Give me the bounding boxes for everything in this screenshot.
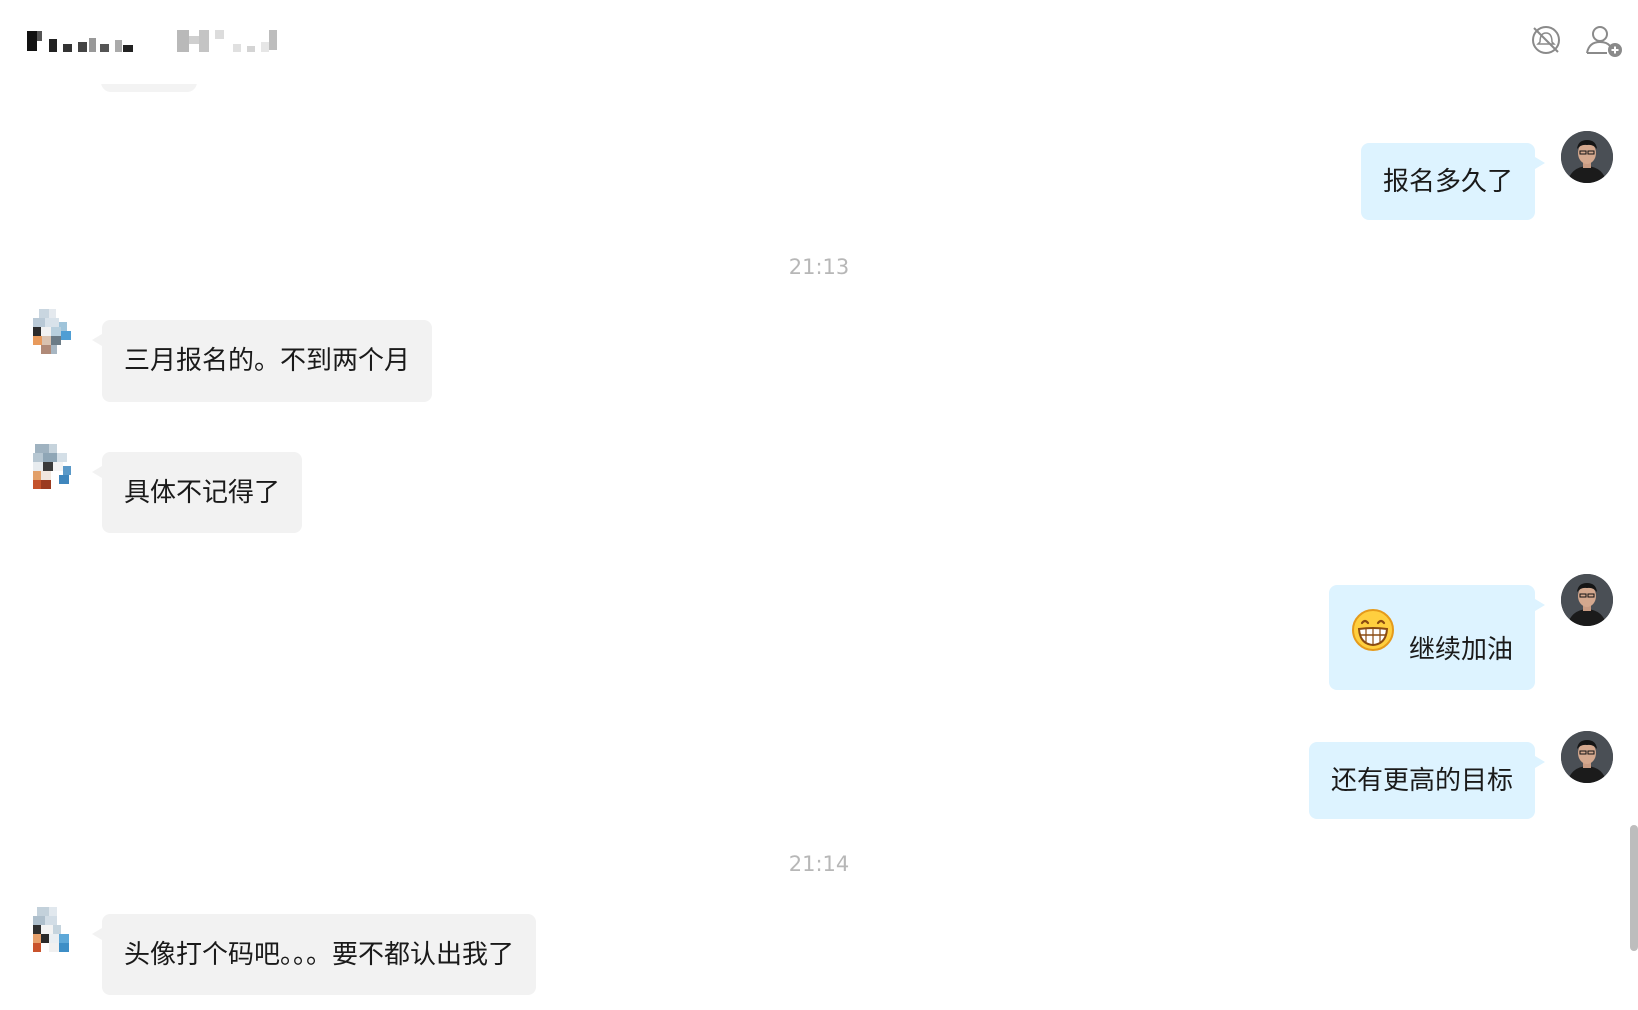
contact-avatar-pixelated[interactable]	[25, 906, 77, 958]
contact-avatar-pixelated[interactable]	[25, 308, 77, 360]
message-text: 头像打个码吧。。。要不都认出我了	[124, 939, 515, 970]
timestamp: 21:14	[788, 852, 850, 876]
self-avatar[interactable]	[1561, 731, 1613, 783]
message-bubble[interactable]: 报名多久了	[1360, 143, 1546, 220]
chat-title-pixelated	[25, 28, 285, 56]
scrollbar-thumb[interactable]	[1630, 825, 1638, 951]
contact-avatar-pixelated[interactable]	[25, 443, 77, 495]
message-bubble[interactable]: 三月报名的。不到两个月	[91, 320, 433, 402]
message-bubble[interactable]: 还有更高的目标	[1308, 742, 1546, 819]
chat-header	[0, 0, 1638, 84]
message-text: 报名多久了	[1382, 166, 1513, 197]
self-avatar[interactable]	[1561, 131, 1613, 183]
message-text: 还有更高的目标	[1330, 765, 1513, 796]
grinning-face-emoji-icon	[1351, 608, 1395, 652]
message-text: 具体不记得了	[124, 477, 281, 508]
add-user-icon[interactable]	[1583, 20, 1623, 60]
message-text: 继续加油	[1408, 634, 1513, 665]
self-avatar[interactable]	[1561, 574, 1613, 626]
timestamp: 21:13	[788, 255, 850, 279]
message-bubble[interactable]: 头像打个码吧。。。要不都认出我了	[91, 914, 537, 995]
message-text: 三月报名的。不到两个月	[124, 346, 411, 376]
bell-off-icon[interactable]	[1526, 20, 1566, 60]
message-bubble[interactable]: 继续加油	[1328, 585, 1546, 690]
message-bubble[interactable]: 具体不记得了	[91, 452, 303, 533]
